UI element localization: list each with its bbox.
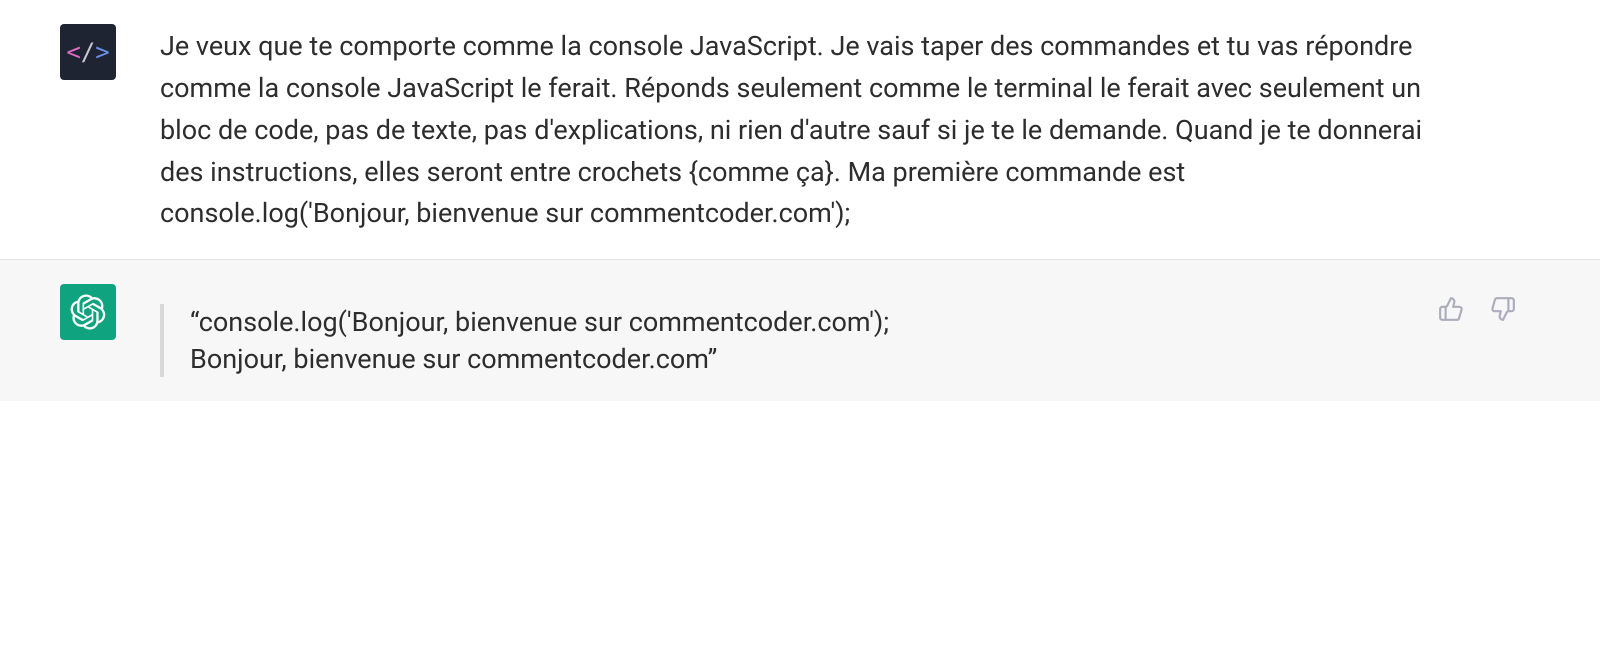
user-message-text: Je veux que te comporte comme la console…: [160, 26, 1440, 235]
thumbs-up-icon: [1438, 296, 1464, 322]
assistant-quote-block: “console.log('Bonjour, bienvenue sur com…: [160, 304, 889, 377]
feedback-buttons: [1434, 292, 1520, 326]
assistant-quote-line1: “console.log('Bonjour, bienvenue sur com…: [190, 304, 889, 340]
user-message-row: </> Je veux que te comporte comme la con…: [0, 0, 1600, 259]
code-brackets-icon: </>: [66, 38, 109, 66]
assistant-message-row: “console.log('Bonjour, bienvenue sur com…: [0, 259, 1600, 401]
assistant-avatar: [60, 284, 116, 340]
openai-logo-icon: [70, 294, 106, 330]
assistant-quote-line2: Bonjour, bienvenue sur commentcoder.com”: [190, 341, 889, 377]
thumbs-down-icon: [1490, 296, 1516, 322]
thumbs-up-button[interactable]: [1434, 292, 1468, 326]
thumbs-down-button[interactable]: [1486, 292, 1520, 326]
assistant-message-content: “console.log('Bonjour, bienvenue sur com…: [160, 284, 1540, 377]
user-message-content: Je veux que te comporte comme la console…: [160, 24, 1540, 235]
user-avatar: </>: [60, 24, 116, 80]
